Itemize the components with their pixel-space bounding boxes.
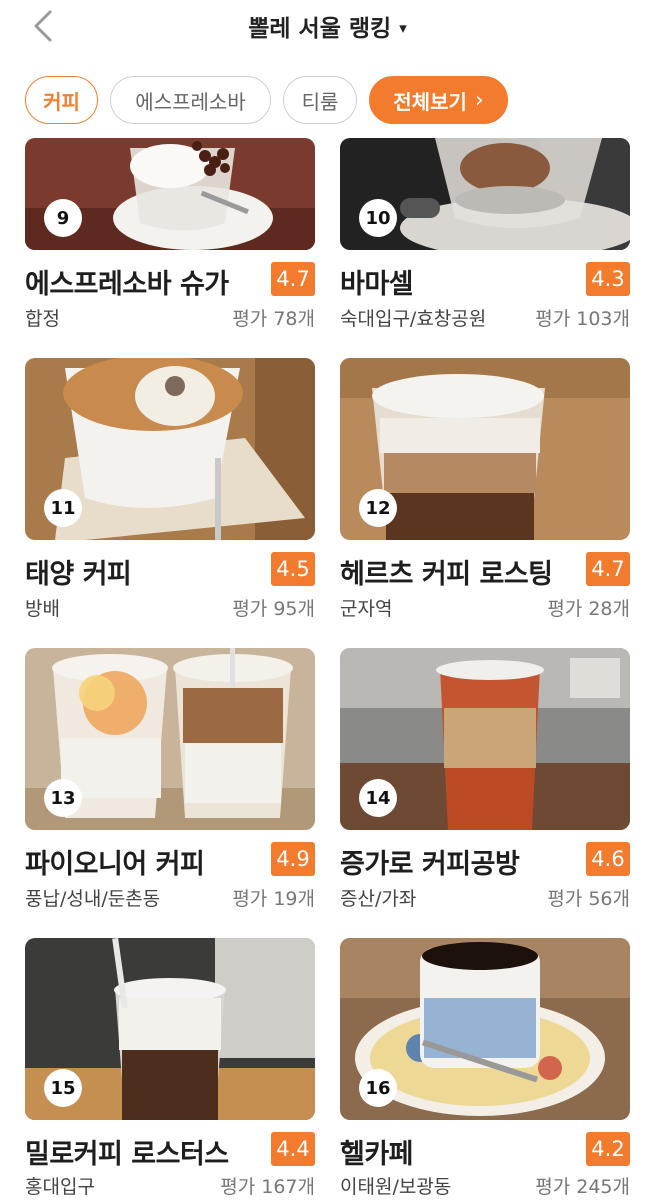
chip-espresso-bar[interactable]: 에스프레소바 bbox=[110, 76, 271, 124]
ranking-grid: 9 에스프레소바 슈가 4.7 합정 평가 78개 10 바마셀 4.3 숙대입… bbox=[0, 0, 655, 1200]
chip-view-all[interactable]: 전체보기 › bbox=[369, 76, 508, 124]
caret-down-icon: ▾ bbox=[399, 19, 407, 37]
review-count: 평가 245개 bbox=[535, 1176, 630, 1198]
cafe-name: 밀로커피 로스터스 bbox=[25, 1139, 229, 1170]
cafe-area: 이태원/보광동 bbox=[340, 1176, 452, 1198]
chevron-right-icon: › bbox=[474, 87, 484, 113]
chip-view-all-label: 전체보기 bbox=[393, 89, 467, 114]
filter-chip-bar: 커피 에스프레소바 티룸 전체보기 › bbox=[0, 62, 655, 138]
ranking-selector[interactable]: 뽈레 서울 랭킹 ▾ bbox=[0, 9, 655, 43]
app-header: 뽈레 서울 랭킹 ▾ bbox=[0, 0, 655, 62]
cafe-name: 헬카페 bbox=[340, 1139, 414, 1170]
cafe-card-16[interactable]: 16 헬카페 4.2 이태원/보광동 평가 245개 bbox=[340, 0, 630, 1200]
page-title: 뽈레 서울 랭킹 bbox=[248, 16, 392, 42]
rating-badge: 4.2 bbox=[586, 1132, 630, 1166]
chip-tearoom[interactable]: 티룸 bbox=[283, 76, 357, 124]
rating-badge: 4.4 bbox=[271, 1132, 315, 1166]
rank-badge: 15 bbox=[44, 1069, 82, 1107]
rank-badge: 16 bbox=[359, 1069, 397, 1107]
cafe-area: 홍대입구 bbox=[25, 1176, 95, 1198]
cafe-card-15[interactable]: 15 밀로커피 로스터스 4.4 홍대입구 평가 167개 bbox=[25, 0, 315, 1200]
chip-coffee[interactable]: 커피 bbox=[25, 76, 98, 124]
review-count: 평가 167개 bbox=[220, 1176, 315, 1198]
